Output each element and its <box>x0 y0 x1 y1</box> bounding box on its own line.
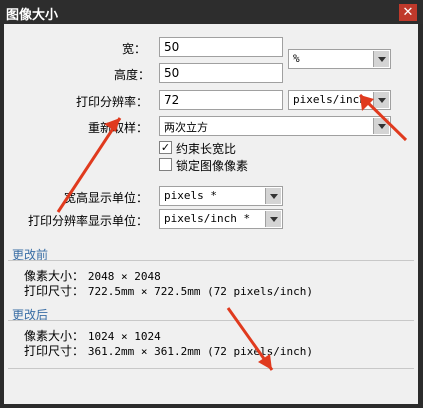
annotation-arrows <box>56 93 408 371</box>
image-size-dialog: 图像大小 ✕ 宽： 50 % 高度： 50 打印分辨率： 72 pixels/i… <box>0 0 423 408</box>
arrow-mark <box>258 354 272 370</box>
arrow-mark <box>56 117 122 213</box>
